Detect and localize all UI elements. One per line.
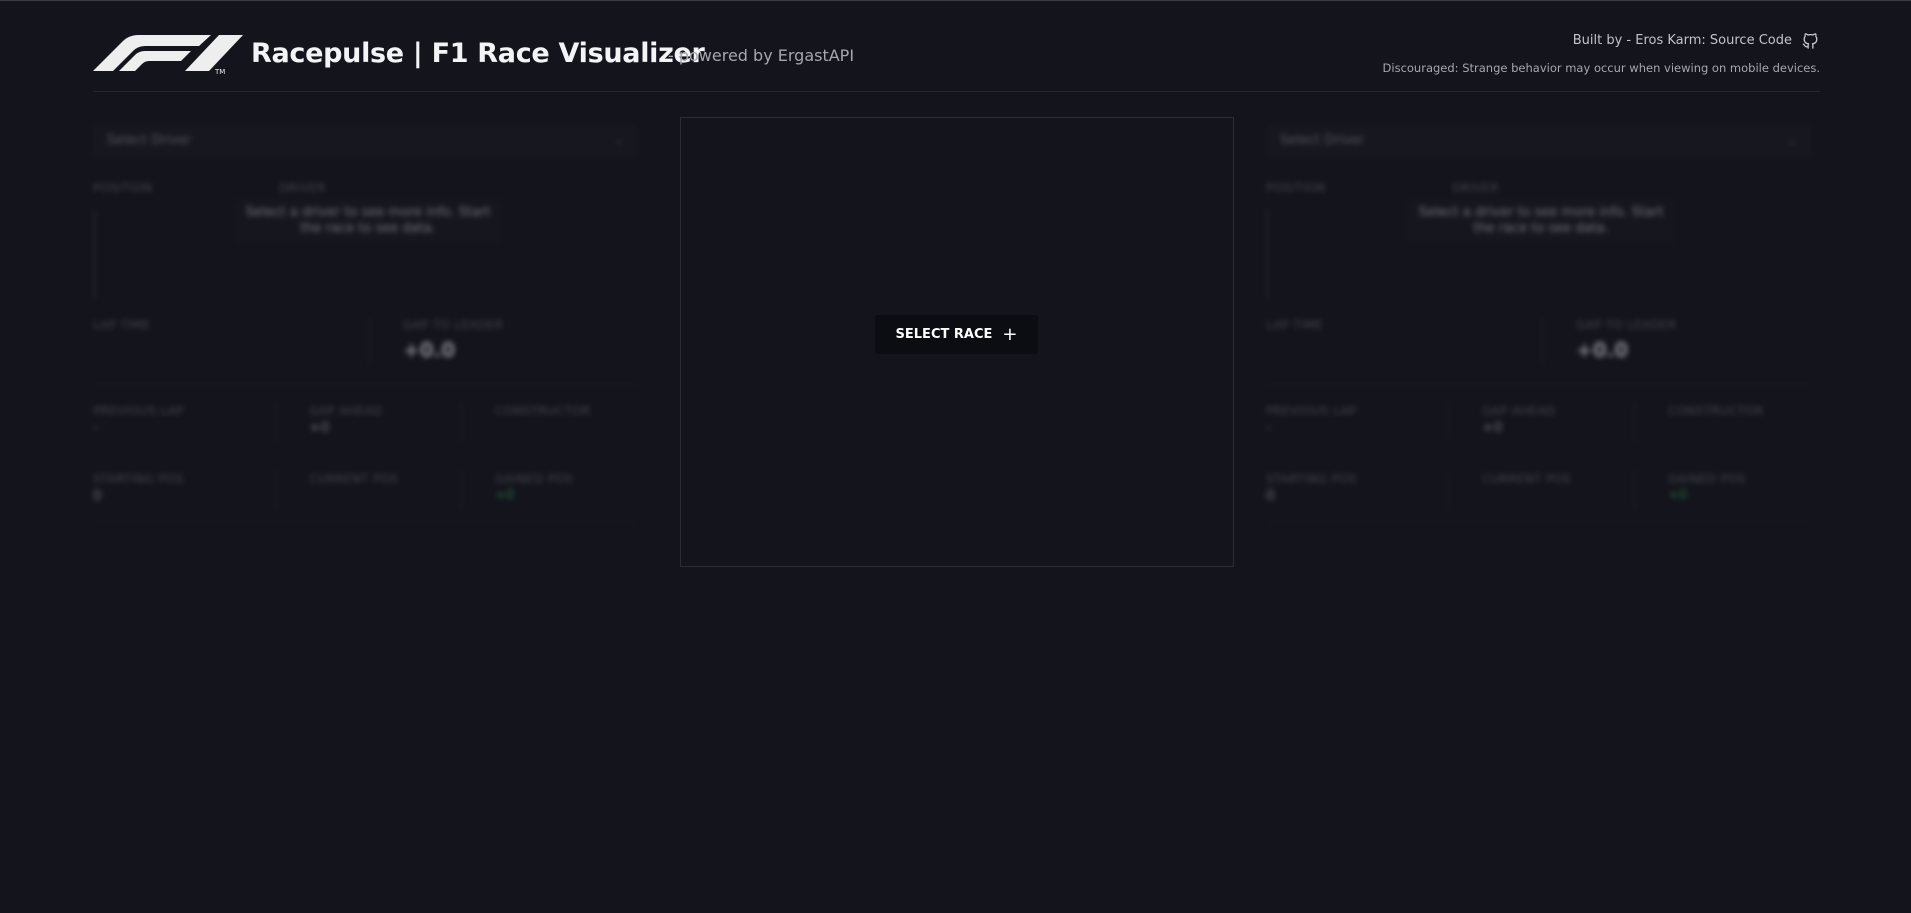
- top-border: [0, 0, 1911, 1]
- lap-time-label: LAP TIME: [93, 318, 151, 332]
- divider: [1634, 470, 1635, 510]
- divider: [1266, 384, 1811, 385]
- driver-label: DRIVER: [279, 181, 327, 195]
- starting-pos-label: STARTING POS: [1266, 472, 1357, 486]
- gap-ahead-label: GAP AHEAD: [1482, 404, 1556, 418]
- chevron-down-icon: ⌄: [613, 133, 624, 147]
- gained-pos-label: GAINED POS: [495, 472, 573, 486]
- race-visualizer-area: SELECT RACE +: [680, 117, 1234, 567]
- site-header: TM Racepulse | F1 Race Visualizer - powe…: [93, 30, 1820, 92]
- f1-logo-icon[interactable]: TM: [93, 33, 243, 75]
- select-race-label: SELECT RACE: [895, 327, 993, 342]
- plus-icon: +: [1002, 323, 1018, 345]
- gap-to-leader-value: +0.0: [1576, 338, 1629, 362]
- position-strip: [1266, 210, 1269, 298]
- starting-pos-value: 0: [93, 488, 102, 504]
- current-pos-label: CURRENT POS: [309, 472, 399, 486]
- previous-lap-label: PREVIOUS LAP: [1266, 404, 1357, 418]
- source-code-link[interactable]: Built by - Eros Karm: Source Code: [1573, 33, 1792, 48]
- mobile-warning: Discouraged: Strange behavior may occur …: [1382, 61, 1820, 75]
- page-title: Racepulse | F1 Race Visualizer: [251, 38, 705, 69]
- chevron-down-icon: ⌄: [1786, 133, 1797, 147]
- gained-pos-label: GAINED POS: [1668, 472, 1746, 486]
- constructor-label: CONSTRUCTOR: [495, 404, 591, 418]
- divider: [275, 470, 276, 510]
- select-race-button[interactable]: SELECT RACE +: [875, 315, 1038, 354]
- starting-pos-value: 0: [1266, 488, 1275, 504]
- driver-label: DRIVER: [1452, 181, 1500, 195]
- position-label: POSITION: [1266, 181, 1326, 195]
- tooltip-text: Select a driver to see more info. Start …: [245, 205, 491, 236]
- gap-ahead-value: +0: [309, 420, 330, 436]
- constructor-label: CONSTRUCTOR: [1668, 404, 1764, 418]
- github-icon[interactable]: [1801, 31, 1820, 51]
- divider: [1448, 470, 1449, 510]
- previous-lap-label: PREVIOUS LAP: [93, 404, 184, 418]
- previous-lap-value: -: [93, 420, 99, 436]
- divider: [93, 384, 638, 385]
- info-tooltip: Select a driver to see more info. Start …: [234, 198, 502, 244]
- divider: [1542, 316, 1543, 366]
- gap-to-leader-value: +0.0: [403, 338, 456, 362]
- divider: [275, 402, 276, 442]
- divider: [369, 316, 370, 366]
- divider: [93, 522, 638, 523]
- driver-panel-left: Select Driver ⌄ POSITION DRIVER Select a…: [93, 118, 646, 528]
- gap-ahead-value: +0: [1482, 420, 1503, 436]
- position-label: POSITION: [93, 181, 153, 195]
- select-driver-dropdown-right[interactable]: Select Driver ⌄: [1266, 123, 1811, 159]
- divider: [1634, 402, 1635, 442]
- divider: [1266, 522, 1811, 523]
- lap-time-label: LAP TIME: [1266, 318, 1324, 332]
- divider: [461, 402, 462, 442]
- gained-pos-value: +0: [1668, 488, 1688, 503]
- starting-pos-label: STARTING POS: [93, 472, 184, 486]
- info-tooltip: Select a driver to see more info. Start …: [1407, 198, 1675, 244]
- select-driver-label: Select Driver: [107, 133, 192, 148]
- powered-by-text: - powered by ErgastAPI: [668, 46, 855, 65]
- divider: [1448, 402, 1449, 442]
- gained-pos-value: +0: [495, 488, 515, 503]
- gap-to-leader-label: GAP TO LEADER: [403, 318, 504, 332]
- gap-ahead-label: GAP AHEAD: [309, 404, 383, 418]
- gap-to-leader-label: GAP TO LEADER: [1576, 318, 1677, 332]
- previous-lap-value: -: [1266, 420, 1272, 436]
- select-driver-dropdown-left[interactable]: Select Driver ⌄: [93, 123, 638, 159]
- position-strip: [93, 210, 96, 298]
- svg-text:TM: TM: [214, 68, 225, 75]
- driver-panel-right: Select Driver ⌄ POSITION DRIVER Select a…: [1266, 118, 1819, 528]
- divider: [461, 470, 462, 510]
- tooltip-text: Select a driver to see more info. Start …: [1418, 205, 1664, 236]
- select-driver-label: Select Driver: [1280, 133, 1365, 148]
- current-pos-label: CURRENT POS: [1482, 472, 1572, 486]
